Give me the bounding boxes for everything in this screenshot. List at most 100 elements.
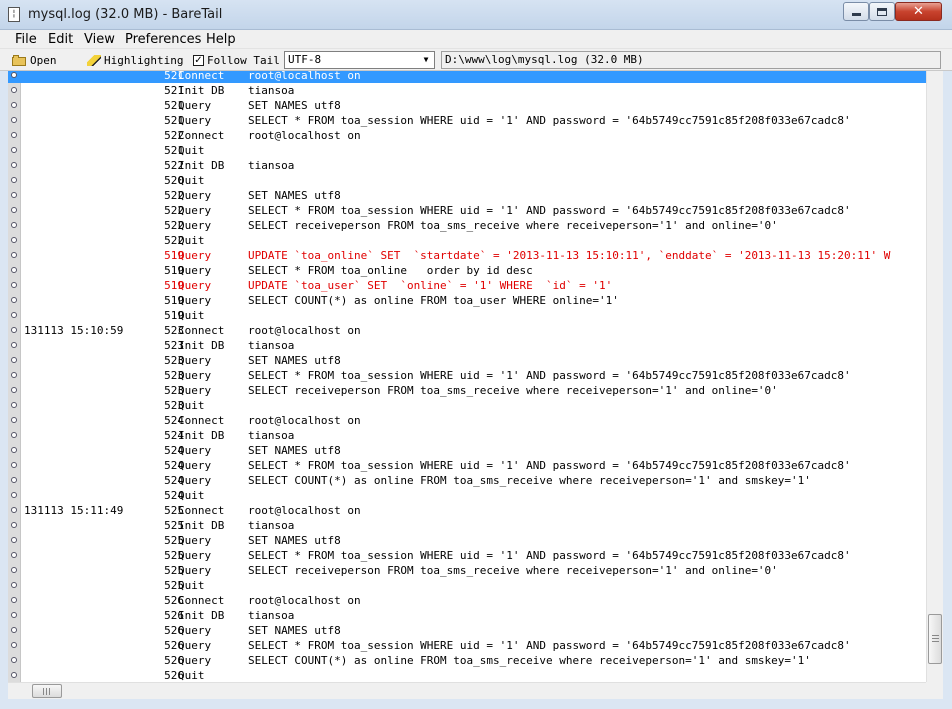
log-line[interactable]: 131113 15:11:49 525 Connect root@localhost … [8,503,926,518]
log-argument: SELECT receiveperson FROM toa_sms_receiv… [248,219,778,232]
log-thread-id: 521 [164,71,184,82]
log-view[interactable]: 521 Connect root@localhost on 521 Init DB tia… [8,71,943,682]
log-command: Quit [178,234,205,247]
log-argument: root@localhost on [248,324,361,337]
menu-help[interactable]: Help [206,32,236,47]
log-line[interactable]: 526 Connect root@localhost on [8,593,926,608]
log-line[interactable]: 523 Query SET NAMES utf8 [8,353,926,368]
window-title: mysql.log (32.0 MB) - BareTail [28,7,223,22]
log-line[interactable]: 519 Query SELECT * FROM toa_online order b… [8,263,926,278]
log-line[interactable]: 522 Query SET NAMES utf8 [8,188,926,203]
log-argument: root@localhost on [248,594,361,607]
log-line[interactable]: 520 Quit [8,173,926,188]
log-thread-id: 523 [164,384,184,397]
maximize-button[interactable] [869,2,895,21]
log-command: Query [178,219,212,232]
log-line[interactable]: 522 Init DB tiansoa [8,158,926,173]
log-line[interactable]: 524 Query SET NAMES utf8 [8,443,926,458]
log-thread-id: 521 [164,144,184,157]
horizontal-scrollbar[interactable] [8,682,943,699]
follow-tail-toggle[interactable]: ✓ Follow Tail [193,52,280,68]
log-thread-id: 523 [164,399,184,412]
log-line[interactable]: 524 Query SELECT COUNT(*) as online FROM t… [8,473,926,488]
chevron-down-icon[interactable]: ▼ [420,54,432,66]
log-line[interactable]: 524 Init DB tiansoa [8,428,926,443]
log-command: Query [178,459,212,472]
horizontal-scroll-thumb[interactable] [32,684,62,698]
minimize-button[interactable] [843,2,869,21]
log-argument: UPDATE `toa_online` SET `startdate` = '2… [248,249,891,262]
log-argument: root@localhost on [248,129,361,142]
log-line[interactable]: 525 Init DB tiansoa [8,518,926,533]
vertical-scrollbar[interactable] [926,71,943,682]
baretail-app-icon[interactable]: ¦ [8,7,20,22]
line-bullet-icon [11,417,17,423]
highlighting-button[interactable]: Highlighting [87,52,183,68]
log-thread-id: 526 [164,639,184,652]
log-thread-id: 519 [164,309,184,322]
log-line[interactable]: 525 Query SELECT receiveperson FROM toa_sm… [8,563,926,578]
line-bullet-icon [11,177,17,183]
log-line[interactable]: 526 Quit [8,668,926,682]
log-thread-id: 519 [164,294,184,307]
encoding-select[interactable]: UTF-8 ▼ [284,51,435,69]
log-thread-id: 519 [164,249,184,262]
log-line[interactable]: 131113 15:10:59 523 Connect root@localhost … [8,323,926,338]
log-line[interactable]: 522 Connect root@localhost on [8,128,926,143]
highlighting-label: Highlighting [104,53,184,67]
log-thread-id: 521 [164,114,184,127]
log-line[interactable]: 523 Quit [8,398,926,413]
log-line[interactable]: 524 Connect root@localhost on [8,413,926,428]
log-thread-id: 524 [164,444,184,457]
log-line[interactable]: 523 Query SELECT receiveperson FROM toa_sm… [8,383,926,398]
menu-file[interactable]: File [15,32,37,47]
file-path-field: D:\www\log\mysql.log (32.0 MB) [441,51,941,69]
log-line[interactable]: 521 Query SELECT * FROM toa_session WHERE … [8,113,926,128]
log-line[interactable]: 526 Query SELECT COUNT(*) as online FROM t… [8,653,926,668]
menu-preferences[interactable]: Preferences [125,32,201,47]
log-line[interactable]: 524 Quit [8,488,926,503]
log-line[interactable]: 525 Quit [8,578,926,593]
log-line[interactable]: 521 Init DB tiansoa [8,83,926,98]
log-thread-id: 524 [164,489,184,502]
log-thread-id: 522 [164,159,184,172]
log-thread-id: 521 [164,99,184,112]
log-line[interactable]: 519 Query UPDATE `toa_online` SET `startda… [8,248,926,263]
menu-edit[interactable]: Edit [48,32,73,47]
log-line[interactable]: 521 Connect root@localhost on [8,71,926,83]
log-line[interactable]: 522 Query SELECT * FROM toa_session WHERE … [8,203,926,218]
log-argument: tiansoa [248,429,295,442]
log-command: Query [178,624,212,637]
log-line[interactable]: 523 Query SELECT * FROM toa_session WHERE … [8,368,926,383]
log-line[interactable]: 525 Query SELECT * FROM toa_session WHERE … [8,548,926,563]
log-line[interactable]: 519 Query UPDATE `toa_user` SET `online` =… [8,278,926,293]
log-line[interactable]: 526 Init DB tiansoa [8,608,926,623]
log-line[interactable]: 522 Quit [8,233,926,248]
line-bullet-icon [11,387,17,393]
log-line[interactable]: 526 Query SELECT * FROM toa_session WHERE … [8,638,926,653]
log-line[interactable]: 522 Query SELECT receiveperson FROM toa_sm… [8,218,926,233]
log-line[interactable]: 525 Query SET NAMES utf8 [8,533,926,548]
open-label: Open [30,53,57,67]
log-thread-id: 522 [164,204,184,217]
menu-view[interactable]: View [84,32,115,47]
log-argument: root@localhost on [248,504,361,517]
menu-bar: File Edit View Preferences Help [0,30,952,49]
log-line[interactable]: 524 Query SELECT * FROM toa_session WHERE … [8,458,926,473]
vertical-scroll-thumb[interactable] [928,614,942,664]
line-bullet-icon [11,447,17,453]
log-argument: SET NAMES utf8 [248,354,341,367]
log-line[interactable]: 519 Query SELECT COUNT(*) as online FROM t… [8,293,926,308]
close-button[interactable]: ✕ [895,2,942,21]
log-line[interactable]: 521 Quit [8,143,926,158]
log-line[interactable]: 521 Query SET NAMES utf8 [8,98,926,113]
follow-tail-checkbox[interactable]: ✓ [193,54,204,66]
log-argument: SELECT receiveperson FROM toa_sms_receiv… [248,564,778,577]
open-button[interactable]: Open [12,52,57,68]
log-line[interactable]: 523 Init DB tiansoa [8,338,926,353]
line-bullet-icon [11,372,17,378]
log-line[interactable]: 526 Query SET NAMES utf8 [8,623,926,638]
log-line[interactable]: 519 Quit [8,308,926,323]
grip-icon [43,688,50,695]
log-thread-id: 526 [164,654,184,667]
